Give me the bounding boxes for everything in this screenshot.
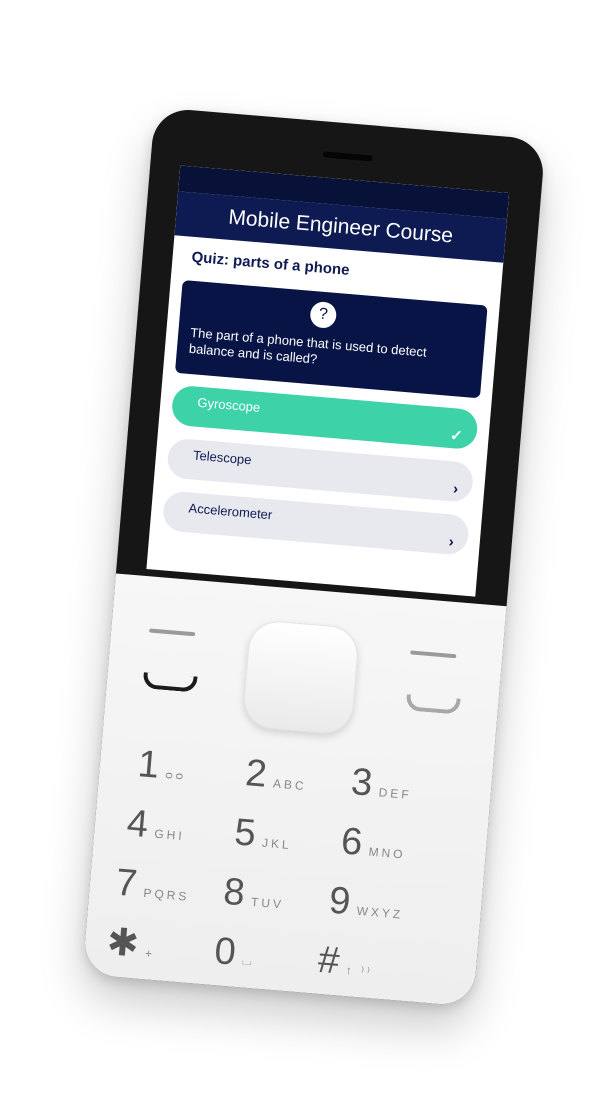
key-digit: 9 — [327, 879, 353, 924]
question-icon: ? — [309, 300, 338, 329]
feature-phone: Mobile Engineer Course Quiz: parts of a … — [82, 107, 546, 1007]
answer-label: Gyroscope — [196, 394, 261, 415]
key-1[interactable]: 1 ᴑᴑ — [136, 743, 188, 788]
left-softkey[interactable] — [149, 628, 196, 637]
answer-list: Gyroscope ✓ Telescope › Accelerometer › — [150, 384, 491, 557]
key-digit: 3 — [349, 760, 375, 805]
key-3[interactable]: 3 DEF — [349, 760, 414, 807]
keypad-area: 1 ᴑᴑ 2 ABC 3 DEF 4 GHI 5 JKL 6 MNO 7 PQRS 8 TUV … — [82, 573, 507, 1007]
phone-screen: Mobile Engineer Course Quiz: parts of a … — [146, 165, 510, 597]
answer-option-telescope[interactable]: Telescope › — [166, 437, 475, 503]
key-letters: + — [144, 946, 156, 961]
key-letters: MNO — [368, 844, 407, 862]
key-letters: TUV — [250, 894, 285, 912]
key-digit: 5 — [232, 811, 258, 856]
answer-option-gyroscope[interactable]: Gyroscope ✓ — [170, 384, 479, 451]
navigation-dpad[interactable] — [241, 618, 361, 736]
right-softkey[interactable] — [410, 650, 457, 659]
key-digit: 7 — [114, 861, 139, 906]
end-call-button[interactable] — [405, 694, 461, 715]
key-4[interactable]: 4 GHI — [125, 802, 187, 848]
star-icon: ✱ — [105, 921, 141, 966]
voicemail-icon: ᴑᴑ — [164, 767, 187, 783]
space-icon: ⌴ — [241, 953, 256, 969]
earpiece — [322, 151, 373, 162]
question-text: The part of a phone that is used to dete… — [188, 324, 428, 367]
key-star[interactable]: ✱ + — [105, 921, 157, 966]
hash-icon: # — [316, 938, 342, 983]
key-digit: 2 — [243, 752, 269, 796]
key-digit: 1 — [136, 743, 161, 787]
question-card: ? The part of a phone that is used to de… — [174, 280, 488, 399]
key-digit: 8 — [221, 870, 247, 915]
key-5[interactable]: 5 JKL — [232, 811, 294, 857]
key-2[interactable]: 2 ABC — [243, 752, 309, 798]
key-letters: ABC — [272, 776, 308, 793]
key-letters: JKL — [261, 835, 293, 852]
key-letters: GHI — [153, 826, 186, 843]
call-button[interactable] — [142, 672, 198, 693]
answer-label: Accelerometer — [188, 500, 273, 523]
key-letters: WXYZ — [356, 903, 404, 922]
key-7[interactable]: 7 PQRS — [114, 861, 191, 909]
key-digit: 6 — [339, 820, 365, 864]
key-0[interactable]: 0 ⌴ — [212, 930, 257, 974]
chevron-right-icon: › — [452, 480, 459, 498]
answer-option-accelerometer[interactable]: Accelerometer › — [161, 490, 470, 556]
key-digit: 4 — [125, 802, 150, 846]
chevron-right-icon: › — [448, 533, 455, 551]
key-letters: PQRS — [142, 885, 190, 904]
shift-icon: ↑ ⁾⁾ — [345, 962, 374, 980]
key-8[interactable]: 8 TUV — [221, 870, 286, 917]
key-letters: DEF — [378, 785, 413, 802]
key-digit: 0 — [212, 930, 238, 974]
check-icon: ✓ — [449, 426, 464, 445]
key-hash[interactable]: # ↑ ⁾⁾ — [316, 938, 376, 984]
key-6[interactable]: 6 MNO — [339, 820, 408, 866]
key-9[interactable]: 9 WXYZ — [327, 879, 406, 927]
answer-label: Telescope — [192, 447, 253, 468]
